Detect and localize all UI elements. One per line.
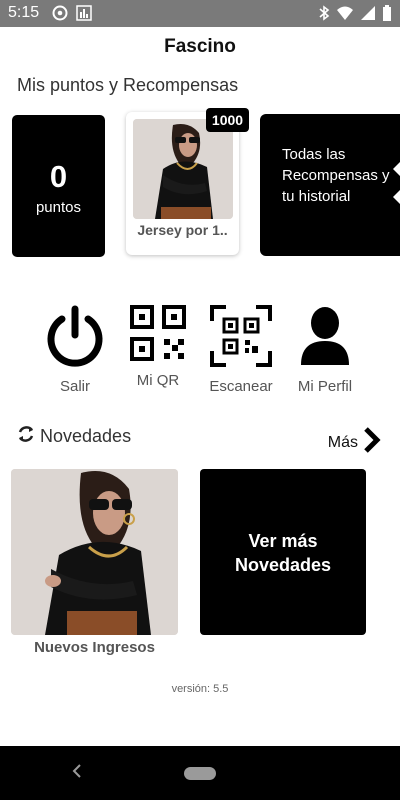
scan-label: Escanear [209,378,273,395]
news-section-title: Novedades [40,426,132,446]
see-more-news-card[interactable]: Ver más Novedades [200,469,366,635]
reward-item-name: Jersey por 1.. [137,222,228,238]
chevron-right-icon [362,426,382,459]
see-more-news-label: Ver más Novedades [234,531,332,575]
home-pill-button[interactable] [184,767,216,780]
points-card[interactable]: 0 puntos [12,115,105,257]
battery-icon [382,5,392,26]
power-icon [45,305,105,371]
app-title: Fascino [164,36,236,57]
refresh-icon[interactable] [16,424,36,449]
new-arrivals-image [11,469,178,635]
logout-button[interactable]: Salir [40,305,110,395]
at-sign-icon [52,5,68,26]
more-news-link[interactable]: Más [328,426,382,459]
status-time: 5:15 [8,4,40,21]
signal-icon [360,5,376,26]
new-arrivals-card[interactable] [11,469,178,635]
scan-icon [210,305,272,371]
my-profile-button[interactable]: Mi Perfil [290,305,360,395]
notch-decoration [393,162,400,176]
rewards-section-title: Mis puntos y Recompensas [17,75,239,95]
points-label: puntos [35,199,82,216]
logout-label: Salir [59,378,90,395]
system-nav-bar [0,746,400,800]
user-icon [295,307,355,371]
bar-chart-icon [76,5,92,26]
back-icon[interactable] [70,762,84,786]
wifi-icon [336,5,354,26]
reward-product-image [133,119,233,219]
more-label: Más [327,433,358,451]
notch-decoration [393,190,400,204]
new-arrivals-caption: Nuevos Ingresos [34,639,155,656]
reward-item-card[interactable]: Jersey por 1.. [126,112,239,255]
bluetooth-icon [318,5,330,26]
all-rewards-card[interactable]: Todas las Recompensas y tu historial [260,114,400,256]
qr-code-icon [130,305,186,365]
scan-button[interactable]: Escanear [206,305,276,395]
my-profile-label: Mi Perfil [297,378,353,395]
all-rewards-label: Todas las Recompensas y tu historial [282,146,390,205]
my-qr-label: Mi QR [136,372,180,389]
news-header: Novedades [16,424,131,449]
status-bar: 5:15 [0,0,400,27]
my-qr-button[interactable]: Mi QR [123,305,193,389]
reward-points-badge: 1000 [206,108,249,132]
app-version: versión: 5.5 [171,683,229,695]
points-value: 0 [49,159,68,194]
